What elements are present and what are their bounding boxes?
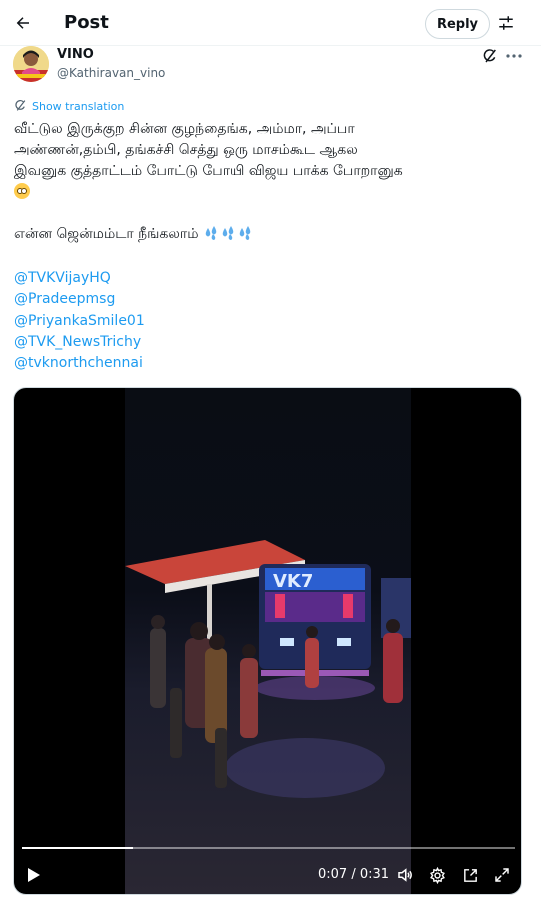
pip-icon[interactable] [459,864,481,886]
more-dots-icon[interactable] [503,46,525,66]
avatar[interactable] [13,46,49,82]
mention-list: @TVKVijayHQ @Pradeepmsg @PriyankaSmile01… [14,268,145,374]
globe-icon [14,97,27,116]
play-icon[interactable] [24,864,44,886]
tweet-text: வீட்டுல இருக்குற சின்ன குழந்தைங்க, அம்மா… [14,119,529,245]
mention-link[interactable]: @TVK_NewsTrichy [14,332,145,353]
top-bar: Post Reply [0,0,541,46]
arrow-left-icon[interactable] [10,9,36,37]
video-player[interactable]: VK7 0:07 / 0:31 [13,387,522,895]
video-progress-bar[interactable] [22,847,515,849]
mention-link[interactable]: @PriyankaSmile01 [14,311,145,332]
gear-icon[interactable] [426,864,448,886]
show-translation-label: Show translation [32,99,125,113]
video-thumbnail: VK7 [125,540,411,798]
video-frame[interactable]: VK7 [125,388,411,894]
mention-link[interactable]: @Pradeepmsg [14,289,145,310]
fullscreen-icon[interactable] [491,864,513,886]
reply-button[interactable]: Reply [425,9,490,39]
video-progress-fill [22,847,134,849]
display-name[interactable]: VINO [57,47,94,62]
sliders-icon[interactable] [494,11,518,35]
mention-link[interactable]: @tvknorthchennai [14,353,145,374]
grok-icon[interactable] [480,46,500,66]
flushed-face-icon [14,183,30,199]
volume-icon[interactable] [394,864,416,886]
video-time: 0:07 / 0:31 [318,867,390,882]
tweet-line: அண்ணன்,தம்பி, தங்கச்சி செத்து ஒரு மாசம்க… [14,142,358,158]
show-translation-link[interactable]: Show translation [14,98,124,114]
mention-link[interactable]: @TVKVijayHQ [14,268,145,289]
sweat-droplets-icon [203,225,253,241]
svg-text:VK7: VK7 [273,571,313,592]
tweet-line: வீட்டுல இருக்குற சின்ன குழந்தைங்க, அம்மா… [14,121,355,137]
user-handle[interactable]: @Kathiravan_vino [57,66,165,80]
page-title: Post [64,12,109,33]
tweet-line: என்ன ஜென்மம்டா நீங்கலாம் [14,226,199,242]
tweet-line: இவனுக குத்தாட்டம் போட்டு போயி விஜய பாக்க… [14,163,403,179]
